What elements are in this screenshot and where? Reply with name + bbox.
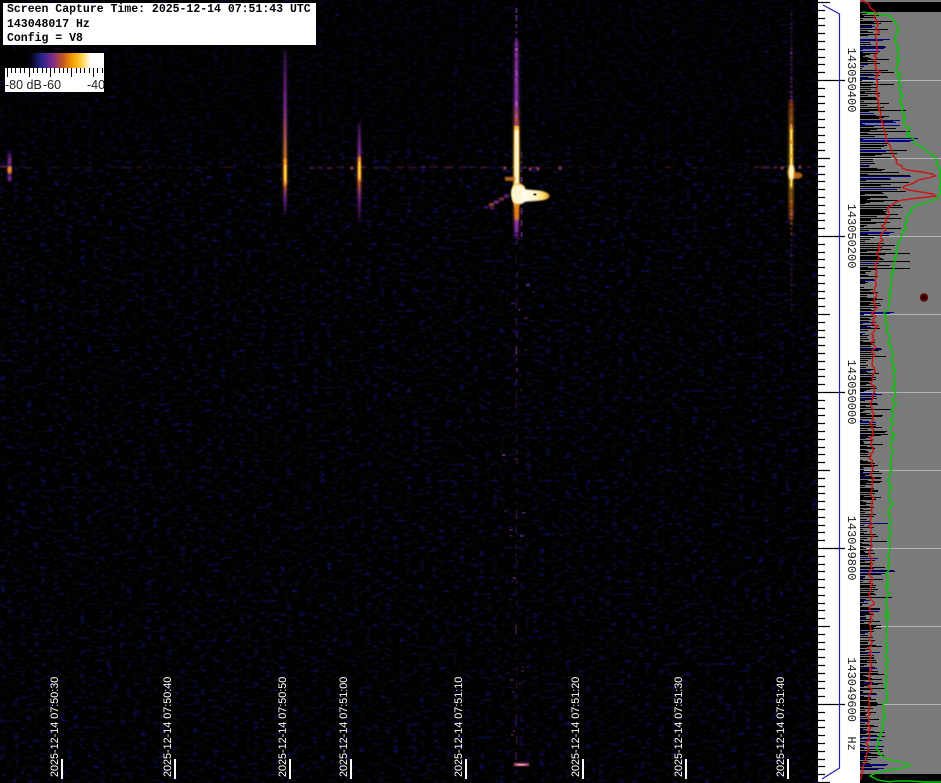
svg-text:2025-12-14 07:51:40: 2025-12-14 07:51:40 [775,677,787,777]
svg-text:2025-12-14 07:51:30: 2025-12-14 07:51:30 [673,677,685,777]
svg-text:143050400: 143050400 [844,48,858,113]
svg-text:143049800: 143049800 [844,516,858,581]
svg-text:2025-12-14 07:51:00: 2025-12-14 07:51:00 [338,677,350,777]
svg-text:2025-12-14 07:50:50: 2025-12-14 07:50:50 [277,677,289,777]
svg-text:2025-12-14 07:51:20: 2025-12-14 07:51:20 [570,677,582,777]
svg-text:143049600 Hz: 143049600 Hz [844,657,858,751]
svg-text:2025-12-14 07:51:10: 2025-12-14 07:51:10 [453,677,465,777]
svg-text:143050000: 143050000 [844,360,858,425]
svg-text:-60: -60 [43,78,61,92]
svg-text:2025-12-14 07:50:30: 2025-12-14 07:50:30 [49,677,61,777]
svg-text:143050200: 143050200 [844,204,858,269]
svg-text:-80 dB: -80 dB [5,78,42,92]
svg-text:2025-12-14 07:50:40: 2025-12-14 07:50:40 [162,677,174,777]
svg-text:-40: -40 [87,78,104,92]
